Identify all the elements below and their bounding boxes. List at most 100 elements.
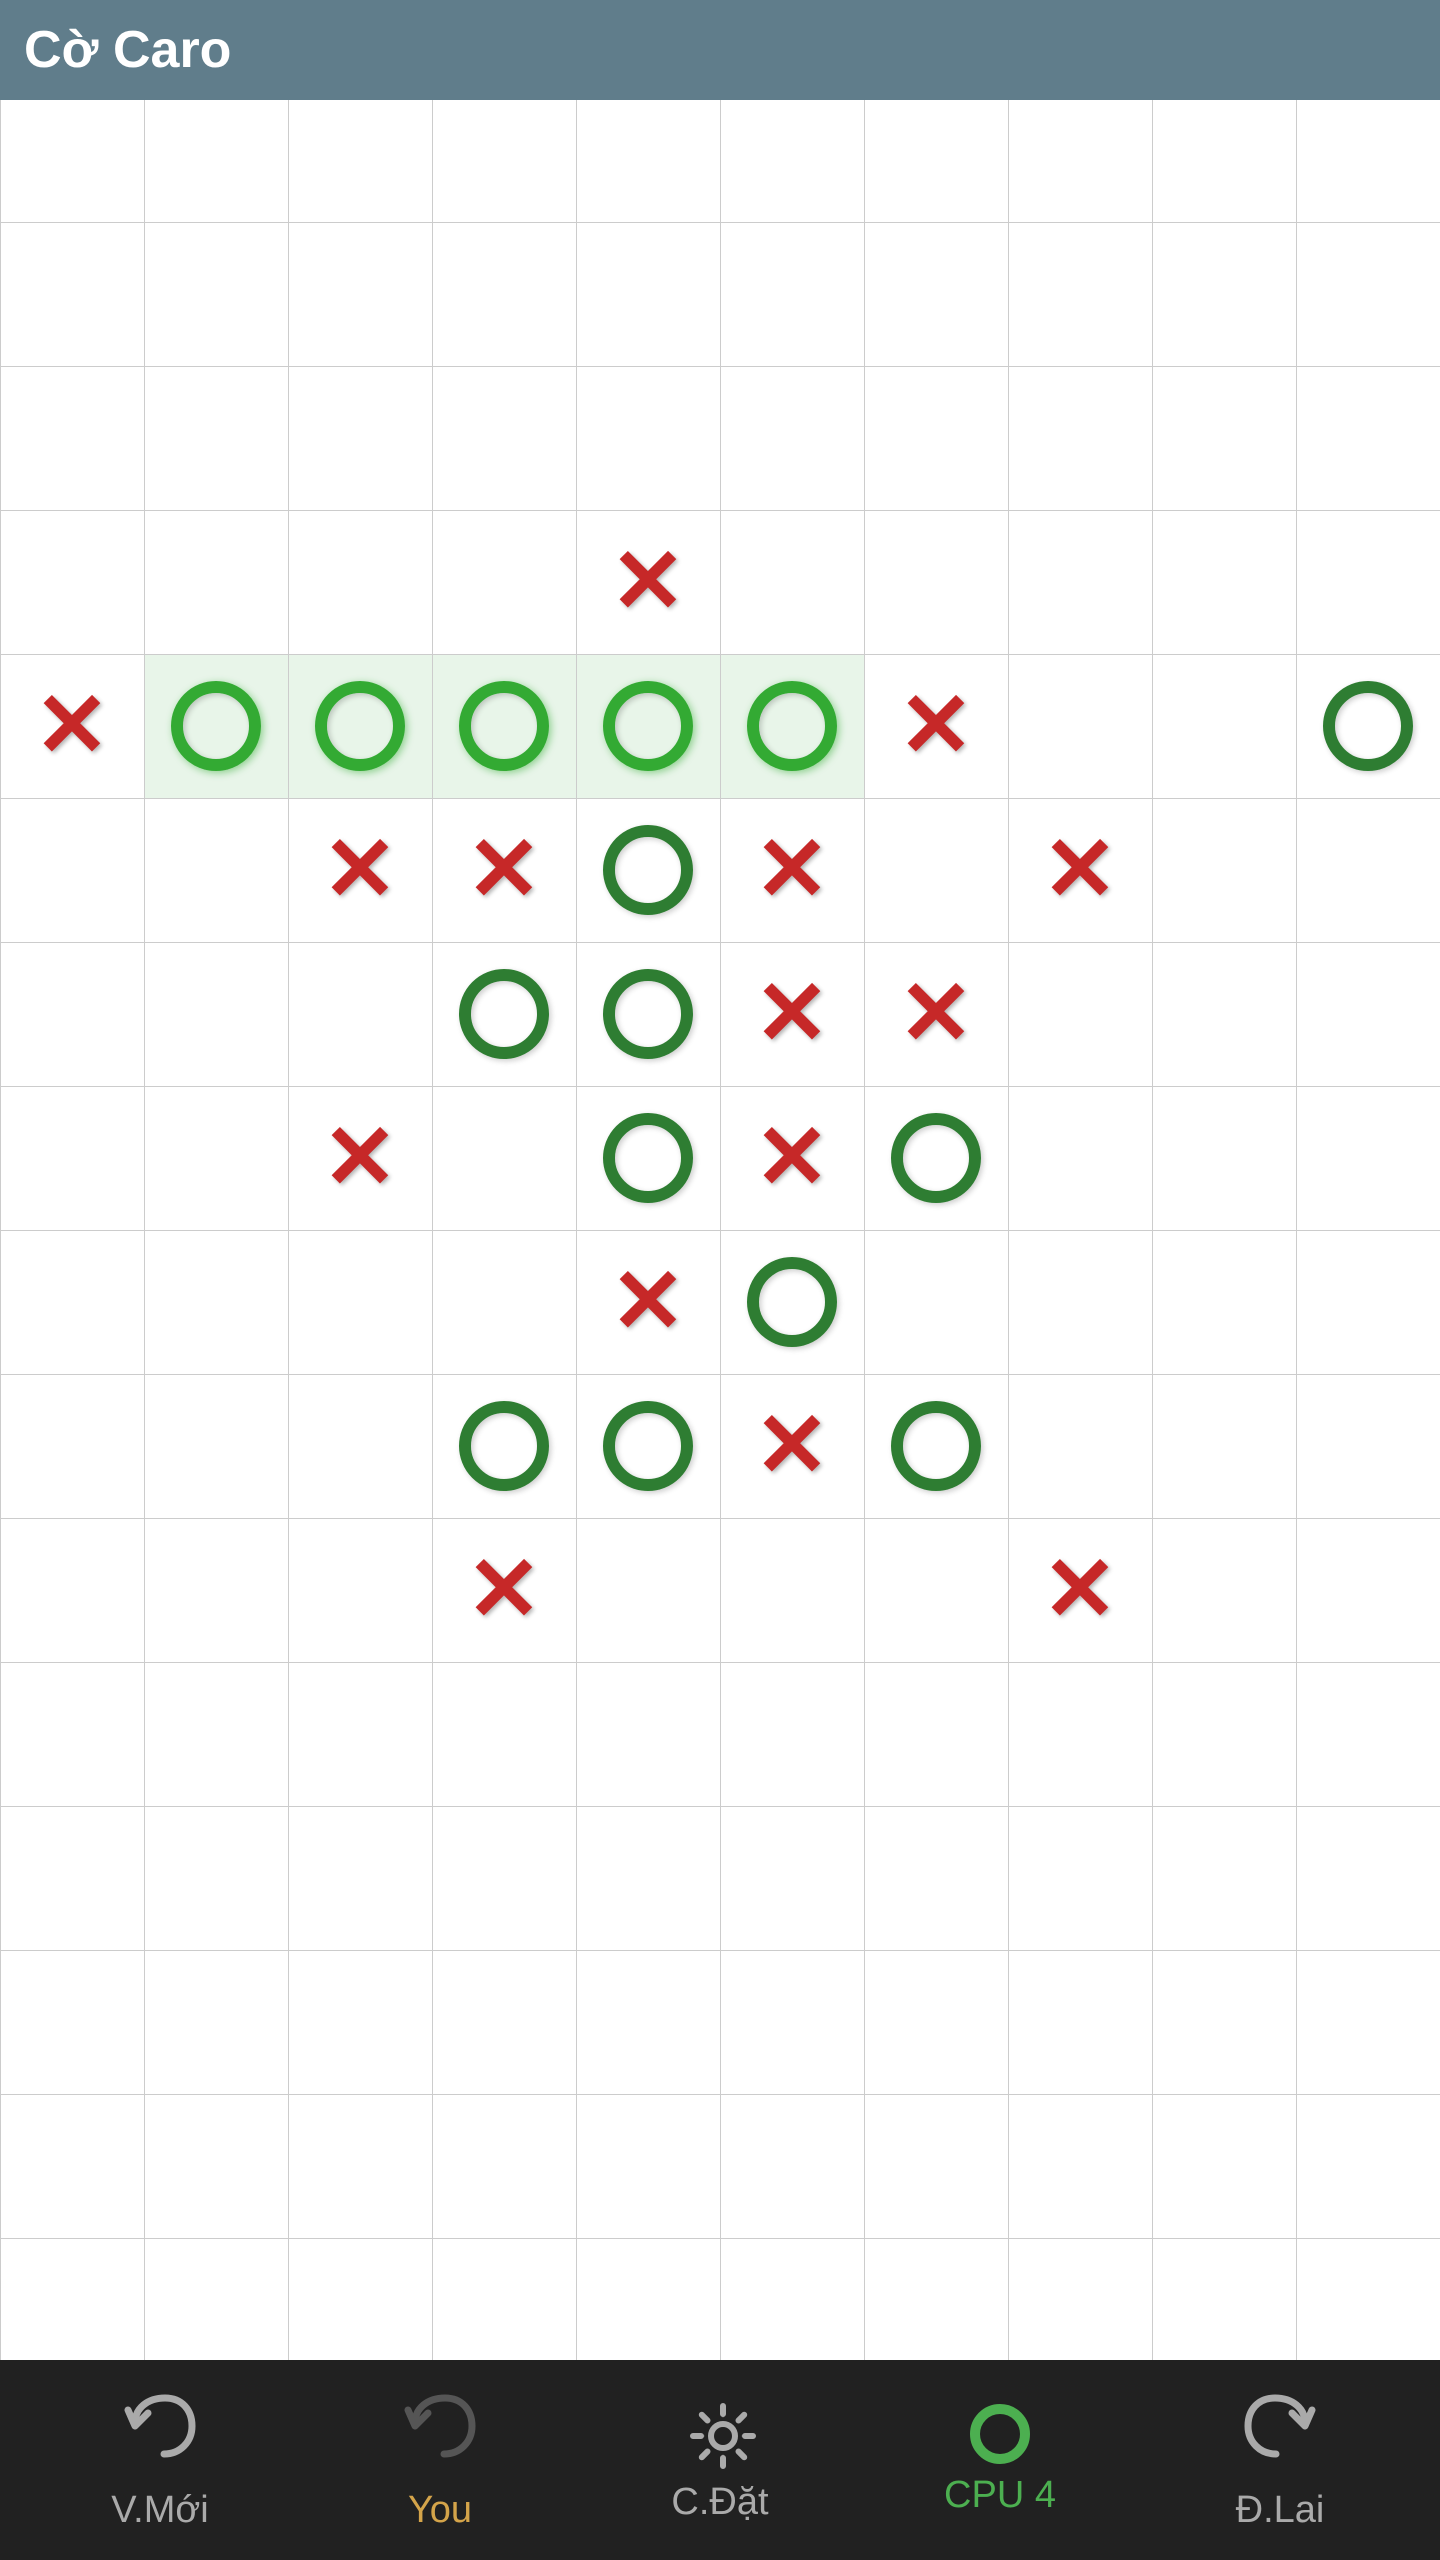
- board-cell[interactable]: [145, 511, 289, 655]
- board-cell[interactable]: [433, 943, 577, 1087]
- board-cell[interactable]: [289, 223, 433, 367]
- board-cell[interactable]: [1009, 1951, 1153, 2095]
- board-cell[interactable]: [577, 1951, 721, 2095]
- board-cell[interactable]: [145, 1663, 289, 1807]
- board-cell[interactable]: [577, 2239, 721, 2361]
- board-cell[interactable]: [865, 1087, 1009, 1231]
- board-cell[interactable]: [145, 100, 289, 223]
- board-cell[interactable]: [577, 1663, 721, 1807]
- board-cell[interactable]: [145, 1519, 289, 1663]
- board-cell[interactable]: [289, 1231, 433, 1375]
- board-cell[interactable]: [145, 1951, 289, 2095]
- board-cell[interactable]: [289, 2239, 433, 2361]
- board-cell[interactable]: [145, 1807, 289, 1951]
- board-cell[interactable]: [1009, 1807, 1153, 1951]
- board-cell[interactable]: [1153, 943, 1297, 1087]
- board-cell[interactable]: [721, 1231, 865, 1375]
- board-cell[interactable]: [1009, 100, 1153, 223]
- board-cell[interactable]: [1153, 1087, 1297, 1231]
- board-cell[interactable]: [289, 511, 433, 655]
- board-cell[interactable]: [1297, 1375, 1440, 1519]
- board-cell[interactable]: [577, 367, 721, 511]
- board-cell[interactable]: ✕: [433, 799, 577, 943]
- board-cell[interactable]: [1, 1519, 145, 1663]
- board-cell[interactable]: [1297, 1519, 1440, 1663]
- board-cell[interactable]: ✕: [721, 1087, 865, 1231]
- board-cell[interactable]: [1, 1231, 145, 1375]
- board-cell[interactable]: [1009, 2239, 1153, 2361]
- board-cell[interactable]: [577, 1519, 721, 1663]
- board-cell[interactable]: [721, 367, 865, 511]
- board-cell[interactable]: [433, 1087, 577, 1231]
- board-cell[interactable]: [1, 1663, 145, 1807]
- nav-you[interactable]: You: [340, 2388, 540, 2532]
- board-cell[interactable]: [721, 511, 865, 655]
- board-cell[interactable]: [1, 1375, 145, 1519]
- board-cell[interactable]: [865, 1231, 1009, 1375]
- board-cell[interactable]: [1297, 1663, 1440, 1807]
- board-cell[interactable]: [433, 100, 577, 223]
- board-cell[interactable]: [145, 2239, 289, 2361]
- board-cell[interactable]: [1009, 1375, 1153, 1519]
- board-cell[interactable]: ✕: [865, 655, 1009, 799]
- board-cell[interactable]: [289, 1807, 433, 1951]
- board-cell[interactable]: ✕: [289, 1087, 433, 1231]
- board-cell[interactable]: [577, 1807, 721, 1951]
- nav-settings[interactable]: C.Đặt: [620, 2396, 820, 2524]
- board-cell[interactable]: [1153, 223, 1297, 367]
- board-cell[interactable]: [865, 100, 1009, 223]
- board-cell[interactable]: [577, 655, 721, 799]
- board-cell[interactable]: [1, 1951, 145, 2095]
- board-cell[interactable]: [433, 1375, 577, 1519]
- board-cell[interactable]: [289, 1951, 433, 2095]
- board-cell[interactable]: [1, 1807, 145, 1951]
- board-cell[interactable]: [1297, 943, 1440, 1087]
- board-cell[interactable]: [289, 1663, 433, 1807]
- board-cell[interactable]: ✕: [577, 511, 721, 655]
- board-cell[interactable]: [865, 1807, 1009, 1951]
- game-board[interactable]: ✕✕✕✕✕✕✕✕✕✕✕✕✕✕✕: [0, 100, 1440, 2360]
- board-cell[interactable]: [865, 367, 1009, 511]
- board-cell[interactable]: [721, 2095, 865, 2239]
- board-cell[interactable]: [1009, 2095, 1153, 2239]
- board-cell[interactable]: [289, 367, 433, 511]
- board-cell[interactable]: [1297, 100, 1440, 223]
- board-cell[interactable]: [433, 2095, 577, 2239]
- board-cell[interactable]: [1297, 1087, 1440, 1231]
- board-cell[interactable]: [721, 1519, 865, 1663]
- board-cell[interactable]: [1, 943, 145, 1087]
- board-cell[interactable]: [865, 1663, 1009, 1807]
- board-cell[interactable]: [577, 1087, 721, 1231]
- board-cell[interactable]: [1153, 2095, 1297, 2239]
- board-cell[interactable]: [577, 943, 721, 1087]
- board-cell[interactable]: [433, 2239, 577, 2361]
- board-cell[interactable]: ✕: [1009, 799, 1153, 943]
- board-cell[interactable]: [289, 1519, 433, 1663]
- board-cell[interactable]: [1297, 655, 1440, 799]
- board-cell[interactable]: [145, 943, 289, 1087]
- board-cell[interactable]: [865, 1375, 1009, 1519]
- board-cell[interactable]: [289, 655, 433, 799]
- board-cell[interactable]: [577, 2095, 721, 2239]
- board-cell[interactable]: [433, 223, 577, 367]
- board-cell[interactable]: [433, 1231, 577, 1375]
- board-cell[interactable]: [1, 100, 145, 223]
- nav-redo[interactable]: Đ.Lai: [1180, 2388, 1380, 2532]
- board-cell[interactable]: [1153, 100, 1297, 223]
- board-cell[interactable]: [1009, 1231, 1153, 1375]
- board-cell[interactable]: [721, 1951, 865, 2095]
- board-cell[interactable]: [1009, 367, 1153, 511]
- board-cell[interactable]: [1153, 1231, 1297, 1375]
- board-cell[interactable]: [721, 223, 865, 367]
- board-cell[interactable]: ✕: [289, 799, 433, 943]
- board-cell[interactable]: [1, 367, 145, 511]
- board-cell[interactable]: [1297, 511, 1440, 655]
- board-cell[interactable]: [1297, 1807, 1440, 1951]
- nav-new-game[interactable]: V.Mới: [60, 2388, 260, 2532]
- board-cell[interactable]: [1153, 1519, 1297, 1663]
- board-cell[interactable]: ✕: [721, 799, 865, 943]
- board-cell[interactable]: [145, 799, 289, 943]
- board-cell[interactable]: [1153, 511, 1297, 655]
- board-cell[interactable]: [1297, 367, 1440, 511]
- board-cell[interactable]: ✕: [721, 1375, 865, 1519]
